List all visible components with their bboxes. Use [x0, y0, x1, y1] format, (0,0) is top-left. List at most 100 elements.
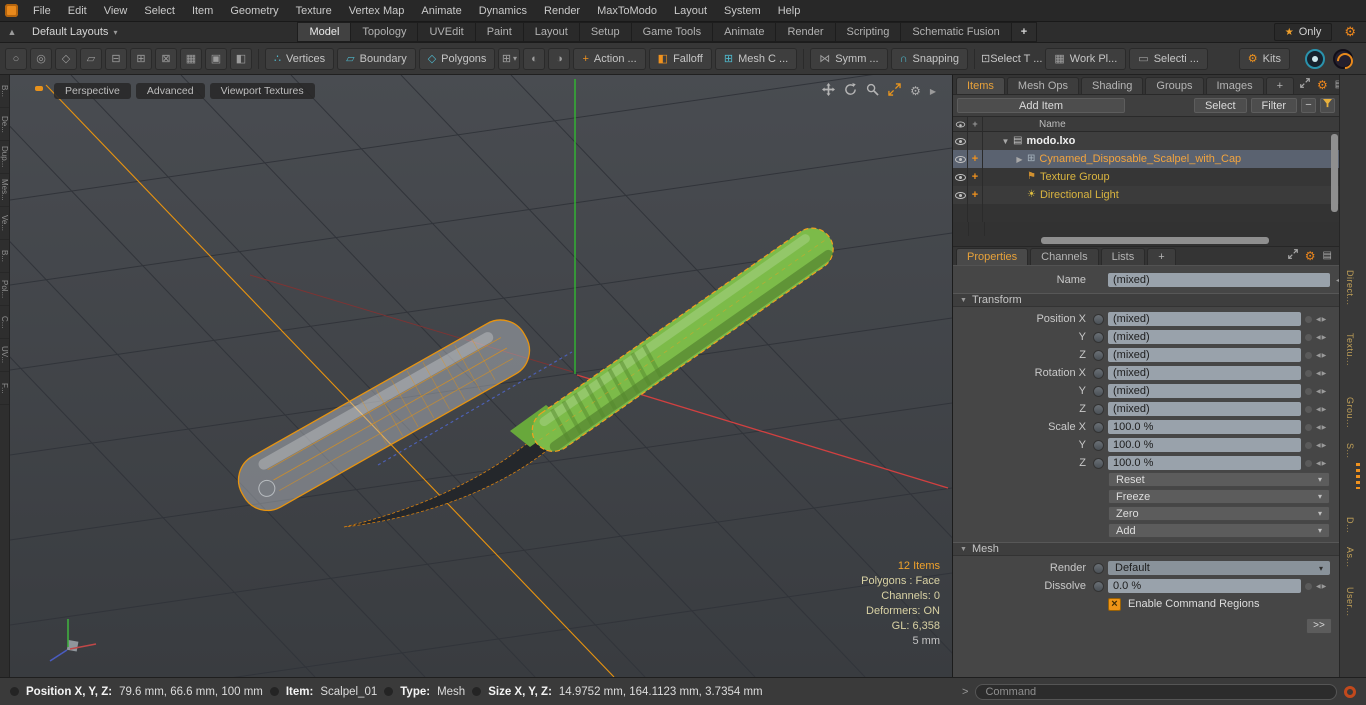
- tab-items[interactable]: Items: [956, 77, 1005, 94]
- visibility-cell[interactable]: [953, 186, 968, 204]
- right-tab-assembly[interactable]: As...: [1345, 547, 1355, 568]
- menu-animate[interactable]: Animate: [413, 2, 469, 20]
- pin-cell[interactable]: [968, 132, 983, 150]
- tab-paint[interactable]: Paint: [474, 22, 523, 42]
- symmetry-button[interactable]: ⋈ Symm ...: [810, 47, 888, 70]
- rotation-z-field[interactable]: (mixed): [1108, 402, 1301, 416]
- freeze-button[interactable]: Freeze ▾: [1108, 489, 1330, 504]
- rotate-icon[interactable]: [844, 83, 857, 99]
- channel-knob-icon[interactable]: [1093, 421, 1104, 433]
- tab-animate[interactable]: Animate: [712, 22, 776, 42]
- shaded-sphere-icon[interactable]: ◐: [523, 47, 546, 70]
- left-tab-curve[interactable]: C...: [0, 306, 9, 339]
- scrub-arrows-icon[interactable]: ◀▶: [1316, 316, 1327, 323]
- collapse-triangle-icon[interactable]: ▼: [999, 137, 1012, 146]
- tab-lists[interactable]: Lists: [1100, 248, 1146, 265]
- menu-vertex-map[interactable]: Vertex Map: [341, 2, 413, 20]
- enable-command-regions-checkbox[interactable]: ×: [1108, 597, 1121, 611]
- menu-texture[interactable]: Texture: [288, 2, 340, 20]
- channel-knob-icon[interactable]: [1093, 439, 1104, 451]
- modo-ten-badge-icon[interactable]: [1333, 48, 1353, 69]
- kits-button[interactable]: ⚙ Kits: [1238, 47, 1290, 70]
- action-center-button[interactable]: + Action ...: [573, 47, 646, 70]
- diamond-tool-icon[interactable]: ◇: [55, 47, 77, 70]
- mesh-section-header[interactable]: ▼ Mesh: [953, 542, 1339, 556]
- vertical-scrollbar[interactable]: [1331, 134, 1338, 212]
- visibility-cell[interactable]: [953, 132, 968, 150]
- render-dropdown[interactable]: Default ▾: [1108, 561, 1330, 575]
- channel-knob-icon[interactable]: [1093, 367, 1104, 379]
- tab-properties[interactable]: Properties: [956, 248, 1029, 265]
- select-button[interactable]: Select: [1193, 98, 1247, 113]
- add-panel-tab-button[interactable]: +: [1265, 77, 1295, 94]
- panel-list-icon[interactable]: ▤: [1323, 250, 1332, 261]
- mesh-item-name[interactable]: Cynamed_Disposable_Scalpel_with_Cap: [1039, 153, 1241, 165]
- reset-button[interactable]: Reset ▾: [1108, 472, 1330, 487]
- work-plane-button[interactable]: ▦ Work Pl...: [1045, 47, 1127, 70]
- horizontal-scrollbar[interactable]: [1041, 237, 1269, 244]
- falloff-button[interactable]: ◧ Falloff: [648, 47, 712, 70]
- texture-group-name[interactable]: Texture Group: [1040, 171, 1110, 183]
- viewport-grip[interactable]: [35, 86, 43, 91]
- ellipse-tool-icon[interactable]: ○: [5, 47, 27, 70]
- tab-model[interactable]: Model: [297, 22, 351, 42]
- maximize-icon[interactable]: [888, 83, 901, 99]
- menu-edit[interactable]: Edit: [60, 2, 95, 20]
- perspective-button[interactable]: Perspective: [54, 83, 131, 99]
- channel-knob-icon[interactable]: [1093, 580, 1104, 592]
- panel-tool-icon[interactable]: ▣: [205, 47, 227, 70]
- skew-tool-icon[interactable]: ▱: [80, 47, 102, 70]
- channel-knob-icon[interactable]: [1093, 313, 1104, 325]
- tab-schematic-fusion[interactable]: Schematic Fusion: [900, 22, 1011, 42]
- scrub-arrows-icon[interactable]: ◀▶: [1316, 352, 1327, 359]
- menu-render[interactable]: Render: [536, 2, 588, 20]
- layout-preset-dropdown[interactable]: Default Layouts ▾: [24, 26, 125, 38]
- left-tab-uv[interactable]: UV...: [0, 339, 9, 372]
- left-tab-bevel[interactable]: B...: [0, 240, 9, 273]
- scrub-arrows-icon[interactable]: ◀▶: [1316, 460, 1327, 467]
- pan-icon[interactable]: [822, 83, 836, 99]
- panel-gear-icon[interactable]: ⚙: [1305, 250, 1316, 262]
- right-tab-texture[interactable]: Textu...: [1345, 333, 1355, 366]
- scale-z-field[interactable]: 100.0 %: [1108, 456, 1301, 470]
- scene-name[interactable]: modo.lxo: [1026, 135, 1075, 147]
- add-item-button[interactable]: Add Item: [957, 98, 1125, 113]
- left-tab-deform[interactable]: De...: [0, 108, 9, 141]
- visibility-column-header[interactable]: [953, 117, 968, 131]
- more-options-button[interactable]: >>: [1306, 618, 1332, 634]
- transform-section-header[interactable]: ▼ Transform: [953, 293, 1339, 307]
- collapse-list-button[interactable]: −: [1301, 98, 1316, 113]
- menu-view[interactable]: View: [96, 2, 136, 20]
- scrub-arrows-icon[interactable]: ◀▶: [1316, 370, 1327, 377]
- light-item-name[interactable]: Directional Light: [1040, 189, 1119, 201]
- scale-x-field[interactable]: 100.0 %: [1108, 420, 1301, 434]
- menu-item[interactable]: Item: [184, 2, 221, 20]
- grid-tool-icon[interactable]: ▦: [180, 47, 202, 70]
- left-tab-polygon[interactable]: Pol...: [0, 273, 9, 306]
- vertices-button[interactable]: ∴ Vertices: [265, 47, 335, 70]
- tree-row-directional-light[interactable]: + ☀ Directional Light: [953, 186, 1339, 204]
- only-button[interactable]: ★ Only: [1273, 23, 1333, 41]
- right-tab-d[interactable]: D...: [1345, 517, 1355, 533]
- boundary-button[interactable]: ▱ Boundary: [337, 47, 416, 70]
- pin-cell[interactable]: +: [968, 150, 983, 168]
- filter-funnel-icon[interactable]: [1320, 98, 1335, 113]
- position-z-field[interactable]: (mixed): [1108, 348, 1301, 362]
- left-tab-duplicate[interactable]: Dup...: [0, 141, 9, 174]
- shade-tool-icon[interactable]: ◧: [230, 47, 252, 70]
- tab-groups[interactable]: Groups: [1145, 77, 1204, 94]
- tree-row-texture-group[interactable]: + ⚑ Texture Group: [953, 168, 1339, 186]
- filter-button[interactable]: Filter: [1250, 98, 1297, 113]
- record-icon[interactable]: [1344, 685, 1356, 698]
- menu-maxtomodo[interactable]: MaxToModo: [589, 2, 665, 20]
- scale-y-field[interactable]: 100.0 %: [1108, 438, 1301, 452]
- item-mode-dropdown[interactable]: ⊞ ▾: [498, 47, 521, 70]
- layout-up-icon[interactable]: ▲: [0, 27, 24, 37]
- expand-triangle-icon[interactable]: ▶: [1013, 155, 1026, 164]
- channel-knob-icon[interactable]: [1093, 457, 1104, 469]
- wire-sphere-icon[interactable]: ◑: [548, 47, 571, 70]
- scrub-arrows-icon[interactable]: ◀▶: [1316, 406, 1327, 413]
- left-tab-vertex[interactable]: Ve...: [0, 207, 9, 240]
- mesh-constraint-button[interactable]: ⊞ Mesh C ...: [714, 47, 798, 70]
- left-tab-basic[interactable]: B...: [0, 75, 9, 108]
